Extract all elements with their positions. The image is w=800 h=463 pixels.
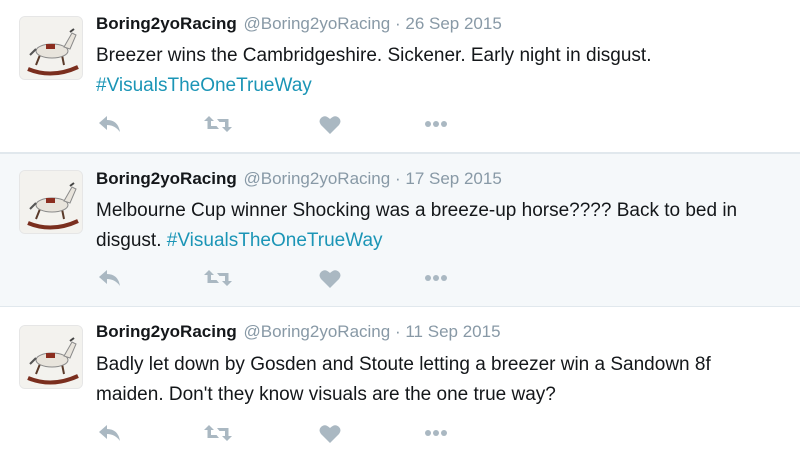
heart-icon (319, 269, 341, 288)
more-icon (425, 275, 447, 281)
heart-icon (319, 115, 341, 134)
tweet-date[interactable]: 26 Sep 2015 (405, 14, 501, 33)
avatar[interactable] (19, 170, 83, 234)
hashtag-link[interactable]: #VisualsTheOneTrueWay (167, 230, 383, 251)
user-handle[interactable]: @Boring2yoRacing (243, 14, 390, 33)
user-handle[interactable]: @Boring2yoRacing (243, 169, 390, 188)
tweet-text: Badly let down by Gosden and Stoute lett… (96, 350, 776, 410)
hashtag-link[interactable]: #VisualsTheOneTrueWay (96, 75, 312, 96)
avatar[interactable] (19, 325, 83, 389)
more-icon (425, 430, 447, 436)
more-icon (425, 121, 447, 127)
more-button[interactable] (422, 421, 450, 445)
reply-icon (99, 116, 120, 132)
retweet-icon (204, 116, 232, 132)
avatar[interactable] (19, 16, 83, 80)
user-name[interactable]: Boring2yoRacing (96, 169, 237, 188)
tweet-header: Boring2yoRacing @Boring2yoRacing · 11 Se… (96, 321, 501, 343)
retweet-button[interactable] (204, 266, 232, 290)
tweet-text: Melbourne Cup winner Shocking was a bree… (96, 196, 776, 256)
tweet-actions (96, 421, 496, 445)
tweet-body: Badly let down by Gosden and Stoute lett… (96, 354, 711, 405)
separator-dot: · (394, 322, 401, 341)
heart-icon (319, 424, 341, 443)
tweet[interactable]: Boring2yoRacing @Boring2yoRacing · 11 Se… (0, 307, 800, 463)
reply-button[interactable] (96, 421, 124, 445)
tweet-date[interactable]: 11 Sep 2015 (405, 322, 500, 341)
reply-button[interactable] (96, 112, 124, 136)
separator-dot: · (394, 169, 401, 188)
retweet-icon (204, 270, 232, 286)
tweet-date[interactable]: 17 Sep 2015 (405, 169, 501, 188)
like-button[interactable] (316, 421, 344, 445)
reply-button[interactable] (96, 266, 124, 290)
more-button[interactable] (422, 112, 450, 136)
tweet-body: Breezer wins the Cambridgeshire. Sickene… (96, 45, 652, 66)
tweet-text: Breezer wins the Cambridgeshire. Sickene… (96, 41, 776, 101)
retweet-icon (204, 425, 232, 441)
user-name[interactable]: Boring2yoRacing (96, 322, 237, 341)
separator-dot: · (394, 14, 401, 33)
retweet-button[interactable] (204, 421, 232, 445)
like-button[interactable] (316, 266, 344, 290)
rocking-horse-avatar (20, 171, 82, 233)
tweet-header: Boring2yoRacing @Boring2yoRacing · 26 Se… (96, 13, 502, 35)
reply-icon (99, 270, 120, 286)
tweet-actions (96, 266, 496, 290)
like-button[interactable] (316, 112, 344, 136)
rocking-horse-avatar (20, 326, 82, 388)
tweet[interactable]: Boring2yoRacing @Boring2yoRacing · 17 Se… (0, 153, 800, 307)
rocking-horse-avatar (20, 17, 82, 79)
retweet-button[interactable] (204, 112, 232, 136)
tweet-timeline: Boring2yoRacing @Boring2yoRacing · 26 Se… (0, 0, 800, 463)
user-name[interactable]: Boring2yoRacing (96, 14, 237, 33)
more-button[interactable] (422, 266, 450, 290)
tweet[interactable]: Boring2yoRacing @Boring2yoRacing · 26 Se… (0, 0, 800, 153)
tweet-actions (96, 112, 496, 136)
tweet-header: Boring2yoRacing @Boring2yoRacing · 17 Se… (96, 168, 502, 190)
reply-icon (99, 425, 120, 441)
user-handle[interactable]: @Boring2yoRacing (243, 322, 390, 341)
